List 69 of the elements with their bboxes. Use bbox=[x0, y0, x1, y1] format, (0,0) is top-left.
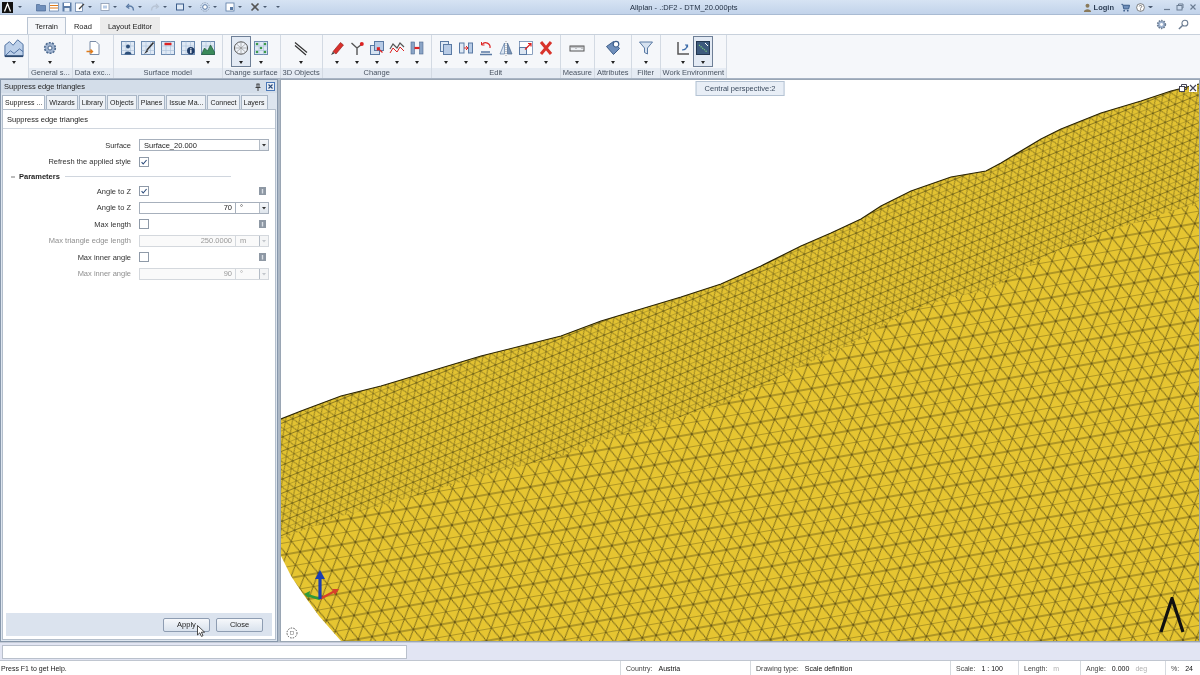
document-icon bbox=[84, 40, 101, 56]
edit-document-icon[interactable] bbox=[75, 2, 85, 12]
caret-icon[interactable] bbox=[263, 6, 267, 8]
axes-icon bbox=[675, 40, 692, 56]
gear-icon bbox=[42, 40, 59, 56]
cross-icon[interactable] bbox=[250, 2, 260, 12]
checkbox[interactable] bbox=[139, 252, 149, 263]
search-icon[interactable] bbox=[1178, 19, 1189, 30]
funnel-icon bbox=[637, 40, 654, 56]
save-icon[interactable] bbox=[62, 2, 72, 12]
caret-icon[interactable] bbox=[113, 6, 117, 8]
overlap-squares-icon bbox=[368, 40, 385, 56]
mountains-icon bbox=[3, 38, 25, 58]
caret-icon[interactable] bbox=[188, 6, 192, 8]
resize-icon bbox=[517, 40, 534, 56]
grid-marker-icon bbox=[159, 40, 176, 56]
caret-icon[interactable] bbox=[1148, 6, 1153, 8]
grid-info-icon bbox=[179, 40, 196, 56]
checkbox[interactable] bbox=[139, 156, 149, 167]
info-icon[interactable] bbox=[259, 253, 266, 262]
caret-icon[interactable] bbox=[213, 6, 217, 8]
pencil-icon bbox=[328, 40, 345, 56]
mirror-icon bbox=[497, 40, 514, 56]
cart-icon[interactable] bbox=[1121, 2, 1130, 12]
rotate-icon bbox=[477, 40, 494, 56]
frame-icon[interactable] bbox=[175, 2, 185, 12]
window-icon[interactable] bbox=[100, 2, 110, 12]
caret-icon[interactable] bbox=[276, 6, 280, 8]
command-input-field[interactable] bbox=[2, 644, 407, 659]
dotted-ring-icon[interactable] bbox=[200, 2, 210, 12]
caret-icon[interactable] bbox=[138, 6, 142, 8]
logo-icon[interactable] bbox=[2, 1, 13, 13]
help-icon[interactable] bbox=[1136, 2, 1145, 12]
grid-brush-icon bbox=[139, 40, 156, 56]
move-icon bbox=[457, 40, 474, 56]
dotted-circle-icon[interactable] bbox=[286, 627, 298, 639]
logo-icon bbox=[1159, 597, 1185, 633]
copy-icon bbox=[437, 40, 454, 56]
delete-icon bbox=[537, 40, 554, 56]
caret-icon[interactable] bbox=[18, 6, 22, 8]
polyline-icon bbox=[388, 40, 405, 56]
pin-icon[interactable] bbox=[254, 82, 262, 91]
close-icon[interactable] bbox=[1189, 84, 1197, 92]
caret-icon[interactable] bbox=[238, 6, 242, 8]
caret-icon[interactable] bbox=[163, 6, 167, 8]
checkbox[interactable] bbox=[139, 186, 149, 197]
close-icon[interactable] bbox=[266, 82, 275, 91]
grid-person-icon bbox=[119, 40, 136, 56]
branch-icon bbox=[348, 40, 365, 56]
checkbox[interactable] bbox=[139, 219, 149, 230]
list-icon[interactable] bbox=[49, 2, 59, 12]
mesh-circle-icon bbox=[233, 40, 250, 56]
beam-icon bbox=[408, 40, 425, 56]
undo-icon[interactable] bbox=[125, 2, 135, 12]
caret-icon[interactable] bbox=[88, 6, 92, 8]
screen-icon bbox=[695, 40, 712, 56]
hills-icon bbox=[199, 40, 216, 56]
ribbon-tool-button[interactable] bbox=[693, 36, 714, 67]
restore-icon[interactable] bbox=[1179, 84, 1187, 92]
mouse-pointer-icon bbox=[197, 625, 205, 637]
window-icon[interactable] bbox=[225, 2, 235, 12]
tag-icon bbox=[604, 40, 621, 56]
folder-icon[interactable] bbox=[36, 2, 46, 12]
info-icon[interactable] bbox=[259, 220, 266, 229]
info-icon[interactable] bbox=[259, 187, 266, 196]
user-icon[interactable] bbox=[1082, 2, 1092, 12]
points-grid-icon bbox=[253, 40, 270, 56]
diagonal-lines-icon bbox=[293, 40, 310, 56]
settings-icon[interactable] bbox=[1156, 19, 1167, 30]
